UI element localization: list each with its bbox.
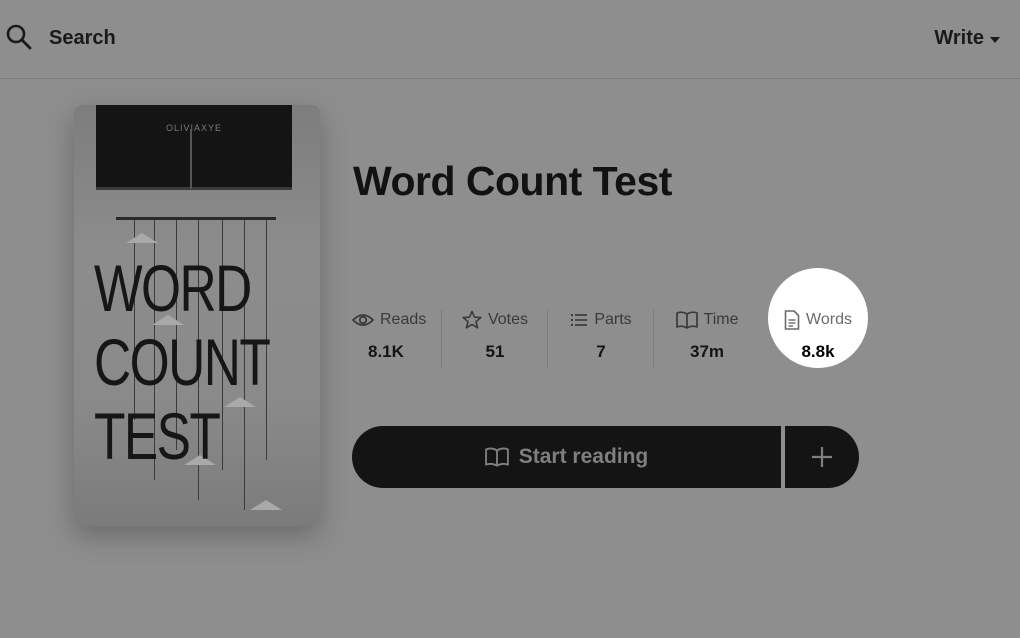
stat-label: Words xyxy=(806,311,852,328)
eye-icon xyxy=(352,314,374,326)
cover-book-graphic: OLIVIAXYE xyxy=(96,105,292,190)
stat-value: 37m xyxy=(689,342,725,361)
stat-value: 8.1K xyxy=(368,342,404,361)
book-icon xyxy=(484,447,509,467)
book-cover[interactable]: OLIVIAXYE WORD COUNT TEST xyxy=(74,105,320,526)
cover-author: OLIVIAXYE xyxy=(165,123,223,133)
star-icon xyxy=(462,310,482,329)
add-to-library-button[interactable] xyxy=(785,426,859,488)
stat-label: Reads xyxy=(380,311,427,328)
start-reading-button[interactable]: Start reading xyxy=(352,426,781,488)
stat-label: Parts xyxy=(594,311,632,328)
stat-value: 51 xyxy=(485,342,505,361)
book-title: Word Count Test xyxy=(353,158,672,204)
plus-icon xyxy=(812,447,832,467)
document-icon xyxy=(784,310,800,330)
list-icon xyxy=(571,314,588,326)
cover-title: WORD COUNT TEST xyxy=(94,251,271,473)
stat-words: Words 8.8k xyxy=(768,308,868,362)
search-icon[interactable] xyxy=(6,24,32,50)
search-label[interactable]: Search xyxy=(49,27,116,50)
stat-label: Votes xyxy=(487,311,529,328)
stat-value: 8.8k xyxy=(801,342,835,361)
stat-value: 7 xyxy=(596,342,606,361)
stat-parts: Parts 7 xyxy=(547,308,654,368)
start-reading-label: Start reading xyxy=(518,445,649,468)
caret-down-icon xyxy=(990,36,1000,43)
stat-reads: Reads 8.1K xyxy=(352,308,442,368)
write-dropdown-button[interactable]: Write xyxy=(934,27,1000,50)
top-bar: Search Write xyxy=(0,0,1020,79)
stat-votes: Votes 51 xyxy=(441,308,548,368)
stat-time: Time 37m xyxy=(653,308,760,368)
book-icon xyxy=(675,311,698,329)
stat-label: Time xyxy=(703,311,739,328)
write-label: Write xyxy=(934,27,984,49)
book-stats: Reads 8.1K Votes 51 Parts 7 Time 37m xyxy=(352,308,760,368)
